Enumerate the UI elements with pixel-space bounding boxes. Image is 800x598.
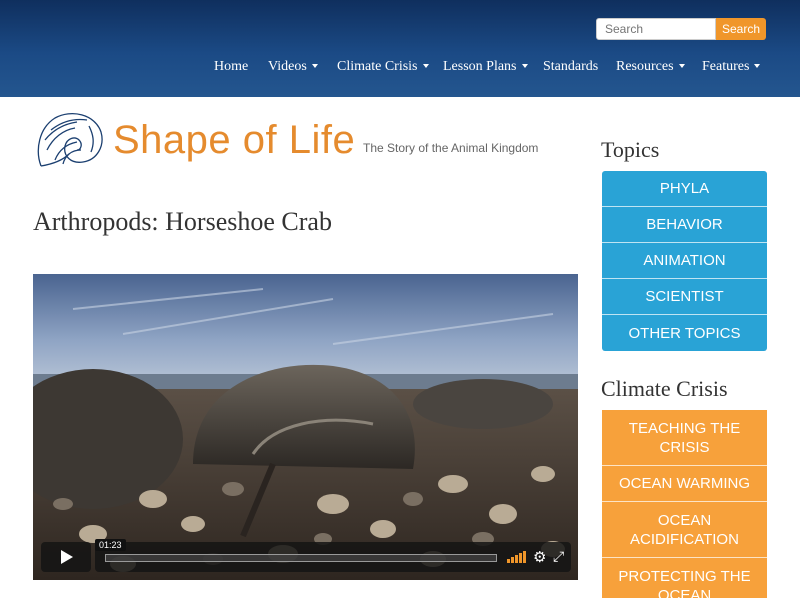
nav-standards[interactable]: Standards (543, 59, 598, 75)
nav-videos[interactable]: Videos (268, 59, 318, 75)
main-nav: Home Videos Climate Crisis Lesson Plans … (0, 59, 800, 77)
climate-ocean-acidification[interactable]: OCEAN ACIDIFICATION (602, 502, 767, 558)
nav-resources[interactable]: Resources (616, 59, 685, 75)
topics-heading: Topics (601, 137, 660, 162)
caret-down-icon (422, 63, 429, 68)
volume-icon[interactable] (507, 551, 526, 563)
time-tooltip: 01:23 (95, 539, 126, 551)
caret-down-icon (678, 63, 685, 68)
play-icon (61, 550, 73, 564)
topic-phyla[interactable]: PHYLA (602, 171, 767, 207)
nav-home-label: Home (214, 59, 249, 74)
topic-behavior[interactable]: BEHAVIOR (602, 207, 767, 243)
play-button[interactable] (41, 542, 91, 572)
search-button[interactable]: Search (716, 18, 766, 40)
nav-features-label: Features (702, 59, 750, 74)
search-input[interactable] (596, 18, 716, 40)
site-header: Search Home Videos Climate Crisis Lesson… (0, 0, 800, 97)
climate-ocean-warming[interactable]: OCEAN WARMING (602, 466, 767, 502)
caret-down-icon (521, 63, 528, 68)
climate-teaching-the-crisis[interactable]: TEACHING THE CRISIS (602, 410, 767, 466)
nav-climate-crisis[interactable]: Climate Crisis (337, 59, 429, 75)
climate-crisis-heading: Climate Crisis (601, 376, 728, 401)
topic-scientist[interactable]: SCIENTIST (602, 279, 767, 315)
video-player[interactable]: ⚙ ⤢ 01:23 (33, 274, 578, 580)
caret-down-icon (754, 63, 761, 68)
logo-tagline: The Story of the Animal Kingdom (363, 141, 539, 155)
caret-down-icon (311, 63, 318, 68)
nav-features[interactable]: Features (702, 59, 761, 75)
nav-standards-label: Standards (543, 59, 599, 74)
nautilus-shell-icon (37, 113, 103, 167)
progress-bar[interactable] (105, 554, 497, 562)
video-controls: ⚙ ⤢ (95, 542, 571, 572)
logo-title: Shape of Life (113, 118, 356, 162)
site-logo[interactable]: Shape of Life The Story of the Animal Ki… (33, 110, 538, 172)
video-frame-image (33, 274, 578, 580)
nav-climate-crisis-label: Climate Crisis (337, 59, 418, 74)
nav-resources-label: Resources (616, 59, 674, 74)
fullscreen-icon[interactable]: ⤢ (553, 549, 564, 565)
page-title: Arthropods: Horseshoe Crab (33, 207, 332, 236)
nav-lesson-plans[interactable]: Lesson Plans (443, 59, 528, 75)
settings-gear-icon[interactable]: ⚙ (533, 548, 546, 566)
nav-lesson-plans-label: Lesson Plans (443, 59, 517, 74)
nav-videos-label: Videos (268, 59, 307, 74)
topic-animation[interactable]: ANIMATION (602, 243, 767, 279)
topic-other-topics[interactable]: OTHER TOPICS (602, 315, 767, 351)
climate-protecting-the-ocean[interactable]: PROTECTING THE OCEAN (602, 558, 767, 598)
topics-list: PHYLA BEHAVIOR ANIMATION SCIENTIST OTHER… (602, 171, 767, 351)
nav-home[interactable]: Home (214, 59, 248, 75)
climate-crisis-list: TEACHING THE CRISIS OCEAN WARMING OCEAN … (602, 410, 767, 598)
